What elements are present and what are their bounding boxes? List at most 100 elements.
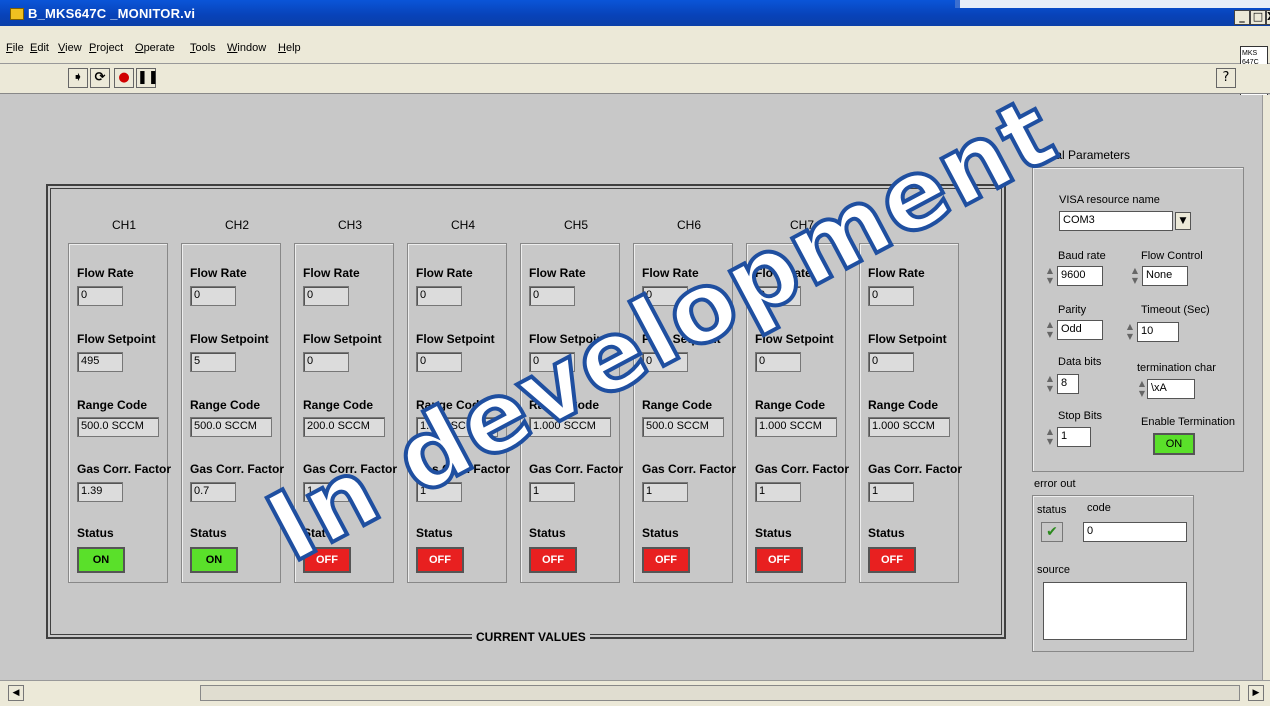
stop-bits-label: Stop Bits [1058, 410, 1103, 422]
range-code-label: Range Code [529, 398, 600, 412]
flow-rate-value: 0 [77, 286, 123, 306]
range-code-value: 500.0 SCCM [77, 417, 159, 437]
gas-corr-factor-value: 1 [529, 482, 575, 502]
abort-icon[interactable]: ● [114, 68, 134, 88]
error-source-label: source [1037, 564, 1071, 576]
chevron-down-icon[interactable]: ▼ [1175, 212, 1191, 230]
menu-bar: File Edit View Project Operate Tools Win… [0, 26, 1270, 116]
menu-operate[interactable]: Operate [135, 42, 175, 54]
channel-column: Flow Rate 0 Flow Setpoint 0 Range Code 1.000 … [407, 243, 510, 583]
channel-header: CH3 [337, 218, 362, 232]
gas-corr-factor-label: Gas Corr. Factor [303, 462, 398, 476]
visa-resource-label: VISA resource name [1059, 194, 1160, 206]
status-label: Status [190, 526, 227, 540]
menu-help[interactable]: Help [278, 42, 301, 54]
menu-file[interactable]: File [6, 42, 24, 54]
timeout-spinner-icon[interactable]: ▲ ▼ [1125, 322, 1135, 342]
flow-setpoint-label: Flow Setpoint [642, 332, 721, 346]
range-code-value: 1.000 SCCM [529, 417, 611, 437]
flow-setpoint-value: 0 [868, 352, 914, 372]
flow-setpoint-label: Flow Setpoint [529, 332, 608, 346]
range-code-label: Range Code [868, 398, 939, 412]
flow-control-field[interactable]: None [1142, 266, 1188, 286]
status-label: Status [529, 526, 566, 540]
error-code-field: 0 [1083, 522, 1187, 542]
close-button[interactable]: X [1266, 10, 1270, 25]
vertical-scrollbar[interactable] [1262, 95, 1270, 680]
data-bits-label: Data bits [1058, 356, 1102, 368]
maximize-button[interactable]: □ [1250, 10, 1266, 25]
status-indicator: ON [190, 547, 238, 573]
scroll-left-arrow-icon[interactable]: ◀ [8, 685, 24, 701]
flow-rate-label: Flow Rate [303, 266, 360, 280]
help-button[interactable]: ? [1216, 68, 1236, 88]
title-bar-background-strip-right [960, 0, 1270, 8]
status-indicator: OFF [755, 547, 803, 573]
termination-char-field[interactable]: \xA [1147, 379, 1195, 399]
error-source-field [1043, 582, 1187, 640]
range-code-label: Range Code [755, 398, 826, 412]
flow-rate-label: Flow Rate [190, 266, 247, 280]
gas-corr-factor-label: Gas Corr. Factor [190, 462, 285, 476]
menu-view[interactable]: View [58, 42, 82, 54]
flow-control-spinner-icon[interactable]: ▲ ▼ [1130, 266, 1140, 286]
enable-termination-toggle[interactable]: ON [1153, 433, 1195, 455]
timeout-field[interactable]: 10 [1137, 322, 1179, 342]
pause-icon[interactable]: ❚❚ [136, 68, 159, 88]
parity-spinner-icon[interactable]: ▲ ▼ [1045, 320, 1055, 340]
status-label: Status [303, 526, 340, 540]
menu-project[interactable]: Project [89, 42, 123, 54]
flow-rate-label: Flow Rate [642, 266, 699, 280]
status-indicator: ON [77, 547, 125, 573]
channel-header: CH5 [563, 218, 588, 232]
range-code-label: Range Code [77, 398, 148, 412]
data-bits-field[interactable]: 8 [1057, 374, 1079, 394]
flow-rate-label: Flow Rate [416, 266, 473, 280]
visa-resource-select[interactable]: COM3 [1059, 211, 1173, 231]
flow-rate-value: 0 [642, 286, 688, 306]
termination-char-spinner-icon[interactable]: ▲ ▼ [1137, 379, 1147, 399]
scroll-right-arrow-icon[interactable]: ▶ [1248, 685, 1264, 701]
parity-field[interactable]: Odd [1057, 320, 1103, 340]
flow-setpoint-value: 0 [416, 352, 462, 372]
gas-corr-factor-value: 1 [642, 482, 688, 502]
horizontal-scrollbar[interactable]: ◀ ▶ [0, 680, 1270, 706]
status-label: Status [642, 526, 679, 540]
minimize-button[interactable]: _ [1234, 10, 1250, 25]
gas-corr-factor-value: 1 [416, 482, 462, 502]
flow-setpoint-value: 5 [190, 352, 236, 372]
gas-corr-factor-value: 1.39 [77, 482, 123, 502]
run-continuously-icon[interactable]: ⟳ [90, 68, 110, 88]
status-indicator: OFF [642, 547, 690, 573]
flow-setpoint-label: Flow Setpoint [303, 332, 382, 346]
range-code-label: Range Code [303, 398, 374, 412]
flow-setpoint-value: 0 [529, 352, 575, 372]
flow-setpoint-value: 0 [642, 352, 688, 372]
labview-app-icon [10, 8, 24, 20]
scroll-thumb[interactable] [200, 685, 1240, 701]
run-arrow-icon[interactable]: ➧ [68, 68, 88, 88]
status-indicator: OFF [868, 547, 916, 573]
menu-window[interactable]: Window [227, 42, 266, 54]
current-values-label: CURRENT VALUES [472, 630, 590, 644]
checkmark-icon: ✔ [1041, 522, 1063, 542]
error-out-cluster: status code ✔ 0 source [1032, 495, 1194, 652]
gas-corr-factor-value: 1 [868, 482, 914, 502]
stop-bits-spinner-icon[interactable]: ▲ ▼ [1045, 427, 1055, 447]
channel-header: CH8 [902, 218, 927, 232]
flow-setpoint-value: 495 [77, 352, 123, 372]
baud-rate-spinner-icon[interactable]: ▲ ▼ [1045, 266, 1055, 286]
flow-rate-value: 0 [529, 286, 575, 306]
baud-rate-label: Baud rate [1058, 250, 1106, 262]
stop-bits-field[interactable]: 1 [1057, 427, 1091, 447]
menu-edit[interactable]: Edit [30, 42, 49, 54]
menu-tools[interactable]: Tools [190, 42, 216, 54]
baud-rate-field[interactable]: 9600 [1057, 266, 1103, 286]
channel-column: Flow Rate 0 Flow Setpoint 495 Range Code 500.… [68, 243, 171, 583]
error-code-label: code [1087, 502, 1111, 514]
range-code-value: 1.000 SCCM [755, 417, 837, 437]
flow-rate-label: Flow Rate [77, 266, 134, 280]
flow-rate-value: 0 [755, 286, 801, 306]
gas-corr-factor-label: Gas Corr. Factor [529, 462, 624, 476]
data-bits-spinner-icon[interactable]: ▲ ▼ [1045, 374, 1055, 394]
